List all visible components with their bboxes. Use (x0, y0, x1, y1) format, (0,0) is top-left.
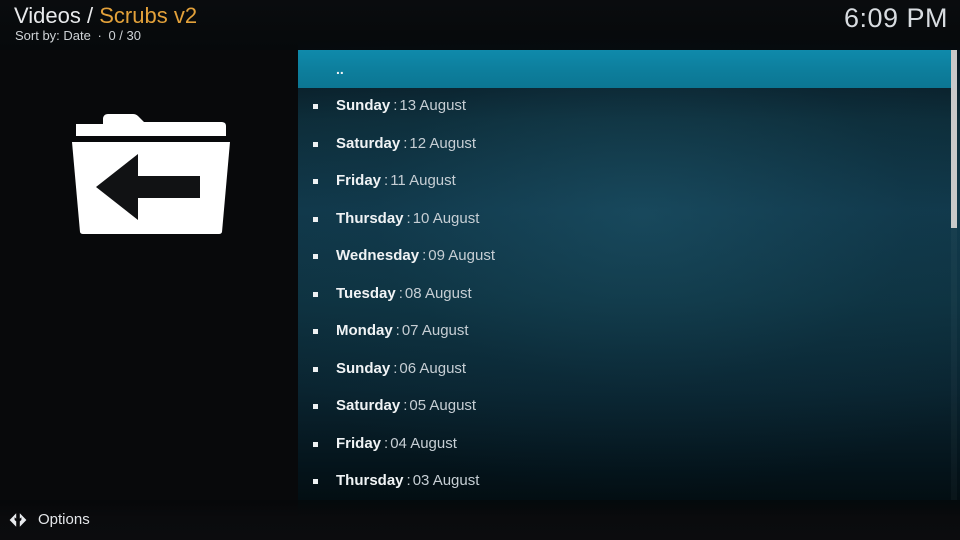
list-item-bullet-icon (313, 441, 318, 447)
list-item-day: Wednesday (336, 247, 420, 265)
breadcrumb-current: Scrubs v2 (99, 3, 198, 28)
list-item[interactable]: Sunday:13 August (298, 88, 960, 126)
sort-info: Sort by: Date · 0 / 30 (15, 28, 141, 44)
breadcrumb: Videos / Scrubs v2 (14, 3, 197, 29)
list-item-date: 11 August (390, 172, 456, 190)
list-item-selected[interactable]: .. (298, 50, 952, 88)
list-item-bullet-icon (313, 141, 318, 147)
list-item-day: Saturday (336, 134, 401, 152)
list-item-colon: : (395, 322, 400, 340)
list-item-day: Thursday (336, 209, 404, 227)
list-item-label: Thursday:10 August (336, 210, 479, 228)
list-item[interactable]: Monday:07 August (298, 313, 960, 351)
list-item-bullet-icon (313, 254, 318, 260)
list-item-day: Sunday (336, 359, 391, 377)
list-item-label: Thursday:03 August (336, 472, 479, 490)
file-list[interactable]: .. Sunday:13 August Saturday:12 August Frid… (298, 50, 960, 500)
list-item[interactable]: Friday:11 August (298, 163, 960, 201)
list-item-date: 04 August (390, 434, 457, 452)
list-item-colon: : (398, 284, 403, 302)
list-item-label: Tuesday:08 August (336, 285, 472, 303)
list-item-bullet-icon (313, 329, 318, 335)
list-item-label: Wednesday:09 August (336, 247, 495, 265)
list-item-date: 09 August (428, 247, 495, 265)
list-item-colon: : (384, 172, 389, 190)
breadcrumb-root[interactable]: Videos (14, 3, 81, 28)
list-item-day: Monday (336, 322, 393, 340)
sort-separator-dot: · (97, 28, 102, 43)
list-item-day: Friday (336, 172, 382, 190)
folder-up-icon (72, 114, 230, 234)
list-item-day: Thursday (336, 472, 404, 490)
list-item-day: Friday (336, 434, 382, 452)
list-item-label: Friday:04 August (336, 435, 457, 453)
options-button[interactable]: Options (8, 508, 90, 532)
list-item[interactable]: Sunday:06 August (298, 350, 960, 388)
list-item-bullet-icon (313, 366, 318, 372)
list-item-colon: : (403, 397, 408, 415)
list-item-bullet-icon (313, 104, 318, 110)
list-item[interactable]: Saturday:05 August (298, 388, 960, 426)
list-item-bullet-icon (313, 404, 318, 410)
list-item-label: Monday:07 August (336, 322, 469, 340)
scrollbar-thumb[interactable] (951, 50, 957, 228)
list-item-date: 05 August (409, 397, 477, 415)
top-header-bar: Videos / Scrubs v2 Sort by: Date · 0 / 3… (0, 0, 960, 50)
list-item-bullet-icon (313, 179, 318, 185)
left-right-arrows-icon (8, 510, 28, 530)
list-item-colon: : (403, 134, 408, 152)
list-item-date: 12 August (409, 134, 477, 152)
breadcrumb-separator: / (87, 3, 94, 28)
list-item-colon: : (406, 472, 411, 490)
list-item-colon: : (384, 434, 389, 452)
list-item-bullet-icon (313, 479, 318, 485)
list-item-label: Saturday:12 August (336, 135, 476, 153)
list-item[interactable]: Thursday:03 August (298, 463, 960, 501)
list-item-bullet-icon (313, 216, 318, 222)
bottom-bar: Options (0, 500, 960, 540)
list-item-date: 06 August (399, 359, 467, 377)
list-item-label: .. (336, 60, 344, 78)
list-item-bullet-icon (313, 291, 318, 297)
options-label: Options (38, 511, 90, 528)
list-item-colon: : (393, 359, 398, 377)
list-item-date: 07 August (401, 322, 469, 340)
list-item-date: 10 August (412, 209, 480, 227)
list-item-colon: : (422, 247, 427, 265)
list-item[interactable]: Tuesday:08 August (298, 275, 960, 313)
sort-by-label[interactable]: Sort by: Date (15, 28, 91, 43)
list-item-colon: : (393, 97, 398, 115)
list-item[interactable]: Saturday:12 August (298, 125, 960, 163)
list-item-day: .. (336, 60, 344, 77)
list-item-label: Friday:11 August (336, 172, 456, 190)
list-item[interactable]: Thursday:10 August (298, 200, 960, 238)
list-item[interactable]: Friday:04 August (298, 425, 960, 463)
list-item-date: 08 August (404, 284, 472, 302)
list-item-colon: : (406, 209, 411, 227)
list-item-label: Sunday:06 August (336, 360, 466, 378)
left-background-panel (0, 0, 298, 540)
list-item-day: Tuesday (336, 284, 396, 302)
list-item[interactable]: Wednesday:09 August (298, 238, 960, 276)
list-item-label: Sunday:13 August (336, 97, 466, 115)
list-item-date: 03 August (412, 472, 480, 490)
item-counter: 0 / 30 (108, 28, 141, 43)
list-item-day: Saturday (336, 397, 401, 415)
list-item-label: Saturday:05 August (336, 397, 476, 415)
kodi-file-browser-screen: Videos / Scrubs v2 Sort by: Date · 0 / 3… (0, 0, 960, 540)
list-item-date: 13 August (399, 97, 467, 115)
clock: 6:09 PM (843, 3, 948, 33)
list-item-day: Sunday (336, 97, 391, 115)
